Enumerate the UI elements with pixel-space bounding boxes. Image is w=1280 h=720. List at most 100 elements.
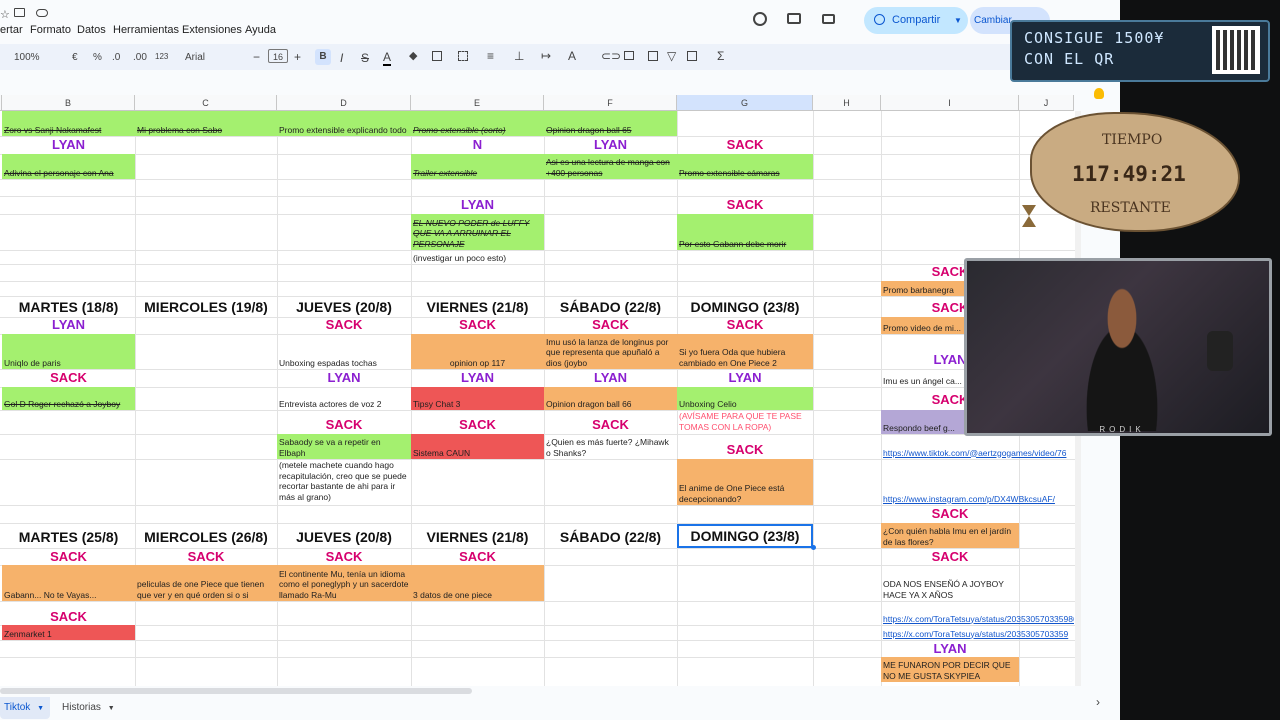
increase-decimal-button[interactable]: .00	[133, 52, 147, 63]
lightbulb-icon[interactable]	[1094, 88, 1104, 99]
chevron-down-icon[interactable]: ▼	[37, 705, 44, 712]
insert-comment-icon[interactable]	[624, 51, 634, 60]
bold-button[interactable]: B	[315, 49, 331, 65]
cell[interactable]: Promo extensible cámaras	[677, 154, 813, 179]
cell[interactable]: Zenmarket 1	[2, 625, 135, 640]
cell[interactable]: Opinion dragon ball 66	[544, 387, 677, 410]
assignee-label[interactable]: LYAN	[411, 197, 544, 213]
day-header[interactable]: MIERCOLES (19/8)	[135, 296, 277, 318]
cell[interactable]: Unboxing espadas tochas	[277, 334, 411, 369]
number-format-button[interactable]: 123	[155, 52, 168, 61]
col-header-i[interactable]: I	[881, 95, 1019, 111]
day-header[interactable]: SÁBADO (22/8)	[544, 296, 677, 318]
cell[interactable]: Promo extensible explicando todo	[277, 111, 411, 136]
col-header-b[interactable]: B	[2, 95, 135, 111]
assignee-label[interactable]: LYAN	[677, 370, 813, 386]
chevron-down-icon[interactable]: ▼	[954, 7, 962, 34]
selection-handle[interactable]	[811, 545, 816, 550]
day-header[interactable]: MARTES (25/8)	[2, 526, 135, 548]
assignee-label[interactable]: LYAN	[544, 370, 677, 386]
menu-tools[interactable]: Herramientas	[113, 24, 179, 36]
assignee-label[interactable]: SACK	[881, 549, 1019, 565]
menu-insert[interactable]: ertar	[0, 24, 23, 36]
cell[interactable]: Gol D Roger rechazó a Joyboy	[2, 387, 135, 410]
cell[interactable]: Sabaody se va a repetir en Elbaph	[277, 434, 411, 459]
cell[interactable]: Mi problema con Sabo	[135, 111, 277, 136]
day-header[interactable]: JUEVES (20/8)	[277, 296, 411, 318]
text-color-button[interactable]: A	[383, 50, 392, 66]
decrease-decimal-button[interactable]: .0	[112, 52, 120, 63]
cell[interactable]: Unboxing Celio	[677, 387, 813, 410]
cell[interactable]: Entrevista actores de voz 2	[277, 387, 411, 410]
assignee-label[interactable]: SACK	[277, 417, 411, 433]
cell[interactable]: (investigar un poco esto)	[411, 250, 544, 264]
col-header-d[interactable]: D	[277, 95, 411, 111]
fill-color-icon[interactable]: ◆	[409, 49, 417, 62]
assignee-label[interactable]: SACK	[677, 137, 813, 153]
font-size-minus[interactable]: −	[253, 50, 260, 64]
assignee-label[interactable]: SACK	[677, 197, 813, 213]
meet-icon[interactable]	[822, 14, 835, 24]
cell[interactable]: Uniqlo de paris	[2, 334, 135, 369]
assignee-label[interactable]: SACK	[881, 506, 1019, 522]
assignee-label[interactable]: SACK	[677, 317, 813, 333]
assignee-label[interactable]: SACK	[544, 317, 677, 333]
day-header[interactable]: DOMINGO (23/8)	[677, 296, 813, 318]
cell[interactable]: Asi es una lectura de manga con +400 per…	[544, 154, 677, 179]
cell[interactable]: Imu usó la lanza de longinus por que rep…	[544, 334, 677, 369]
cell[interactable]: Promo extensible (corto)	[411, 111, 544, 136]
cell[interactable]: Gabann... No te Vayas...	[2, 565, 135, 601]
day-header[interactable]: MARTES (18/8)	[2, 296, 135, 318]
assignee-label[interactable]: LYAN	[2, 317, 135, 333]
functions-button[interactable]: Σ	[717, 49, 724, 63]
currency-button[interactable]: €	[72, 52, 78, 63]
zoom-select[interactable]: 100%	[14, 52, 40, 63]
col-header-f[interactable]: F	[544, 95, 677, 111]
chart-icon[interactable]	[648, 51, 658, 61]
assignee-label[interactable]: LYAN	[2, 137, 135, 153]
link-cell[interactable]: https://www.instagram.com/p/DX4WBkcsuAF/	[881, 488, 1074, 505]
merge-icon[interactable]	[458, 51, 468, 61]
cloud-icon[interactable]	[36, 9, 48, 17]
assignee-label[interactable]: SACK	[2, 370, 135, 386]
cell[interactable]: (AVÍSAME PARA QUE TE PASE TOMAS CON LA R…	[677, 410, 813, 434]
cell[interactable]: ¿Quien es más fuerte? ¿Mihawk o Shanks?	[544, 434, 677, 459]
assignee-label[interactable]: SACK	[277, 549, 411, 565]
link-cell[interactable]: https://www.tiktok.com/@aertzgogames/vid…	[881, 443, 1074, 459]
link-cell[interactable]: https://x.com/ToraTetsuya/status/2035305…	[881, 625, 1074, 640]
assignee-label[interactable]: LYAN	[544, 137, 677, 153]
cell[interactable]: ME FUNARON POR DECIR QUE NO ME GUSTA SKY…	[881, 657, 1019, 682]
history-icon[interactable]	[753, 12, 767, 26]
menu-help[interactable]: Ayuda	[245, 24, 276, 36]
col-header-e[interactable]: E	[411, 95, 544, 111]
link-cell[interactable]: https://x.com/ToraTetsuya/status/2035305…	[881, 601, 1074, 625]
font-size-plus[interactable]: +	[294, 50, 301, 64]
chevron-right-icon[interactable]: ›	[1096, 695, 1100, 709]
menu-extensions[interactable]: Extensiones	[182, 24, 242, 36]
col-header-g[interactable]: G	[677, 95, 813, 111]
comment-icon[interactable]	[787, 13, 801, 24]
cell[interactable]: Tipsy Chat 3	[411, 387, 544, 410]
assignee-label[interactable]: SACK	[411, 549, 544, 565]
cell[interactable]: Adivina el personaje con Ana	[2, 154, 135, 179]
assignee-label[interactable]: SACK	[135, 549, 277, 565]
col-header-h[interactable]: H	[813, 95, 881, 111]
cell[interactable]: EL NUEVO PODER de LUFFY QUE VA A ARRUINA…	[411, 214, 544, 250]
align-icon[interactable]: ≡	[487, 49, 494, 63]
percent-button[interactable]: %	[93, 52, 102, 63]
tab-historias[interactable]: Historias ▼	[58, 697, 124, 719]
share-button[interactable]: Compartir ▼	[864, 7, 968, 34]
cell[interactable]: Sistema CAUN	[411, 434, 544, 459]
menu-data[interactable]: Datos	[77, 24, 106, 36]
day-header[interactable]: SÁBADO (22/8)	[544, 526, 677, 548]
cell[interactable]: Opinion dragon ball 65	[544, 111, 677, 136]
selected-cell[interactable]: DOMINGO (23/8)	[677, 524, 813, 548]
cell[interactable]: Zoro vs Sanji Nakamafest	[2, 111, 135, 136]
cell[interactable]: Por esto Gabann debe morir	[677, 214, 813, 250]
assignee-label[interactable]: SACK	[2, 549, 135, 565]
cell[interactable]: peliculas de one Piece que tienen que ve…	[135, 565, 277, 601]
cell[interactable]: El continente Mu, tenía un idioma como e…	[277, 565, 411, 601]
filter-views-icon[interactable]	[687, 51, 697, 61]
italic-button[interactable]: I	[340, 51, 343, 65]
strikethrough-button[interactable]: S	[361, 51, 369, 65]
